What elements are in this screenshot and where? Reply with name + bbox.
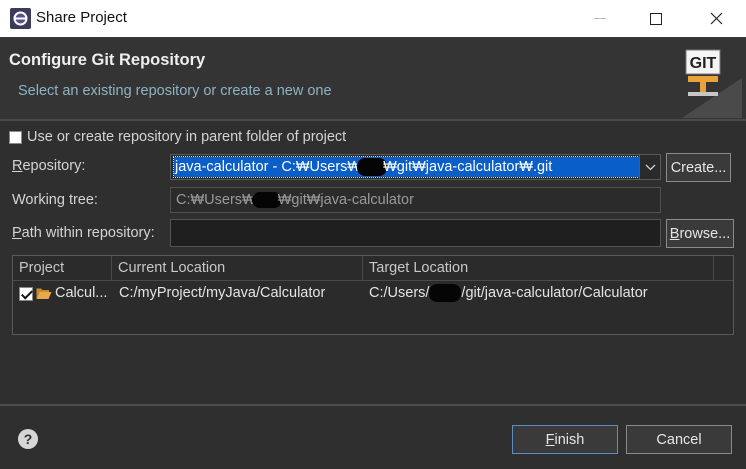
- redacted-username: [429, 284, 462, 303]
- close-button[interactable]: [688, 0, 744, 37]
- path-within-input[interactable]: [170, 219, 661, 247]
- git-logo-text: GIT: [690, 55, 717, 72]
- close-icon: [710, 12, 722, 25]
- dialog-header: Configure Git Repository Select an exist…: [0, 37, 746, 119]
- maximize-icon: [650, 12, 662, 25]
- projects-table: Project Current Location Target Location…: [12, 255, 734, 335]
- target-location: C:/Users/ /git/java-calculator/Calculator: [369, 282, 719, 306]
- repository-select[interactable]: java-calculator - C:₩Users₩ ₩git₩java-cal…: [170, 154, 661, 180]
- working-tree-field: C:₩Users₩ ₩git₩java-calculator: [170, 187, 661, 213]
- repository-dropdown-arrow[interactable]: [639, 155, 660, 179]
- header-title: Configure Git Repository: [9, 51, 206, 69]
- help-icon[interactable]: ?: [18, 429, 38, 449]
- path-within-label-rest: ath within repository:: [21, 225, 155, 241]
- column-header-project[interactable]: Project: [13, 256, 112, 281]
- repository-value-suffix: ₩git₩java-calculator₩.git: [383, 159, 553, 175]
- repository-value-prefix: java-calculator - C:₩Users₩: [175, 159, 362, 175]
- table-row[interactable]: Calcul... C:/myProject/myJava/Calculator…: [13, 282, 733, 306]
- row-checkbox[interactable]: [19, 287, 33, 311]
- header-description: Select an existing repository or create …: [18, 83, 332, 99]
- repository-label: Repository:: [12, 158, 86, 174]
- finish-button[interactable]: Finish: [512, 425, 618, 454]
- checkbox-checked-icon: [19, 287, 33, 301]
- window-title: Share Project: [36, 9, 127, 26]
- footer-separator: [0, 404, 746, 406]
- working-tree-label: Working tree:: [12, 192, 98, 208]
- folder-open-icon: [36, 288, 52, 299]
- title-bar: Share Project: [0, 0, 746, 37]
- target-location-prefix: C:/Users/: [369, 285, 430, 301]
- repository-label-rest: epository:: [22, 158, 86, 174]
- column-header-current-location[interactable]: Current Location: [112, 256, 363, 281]
- working-tree-suffix: ₩git₩java-calculator: [277, 192, 414, 208]
- browse-label: Browse...: [669, 225, 731, 242]
- path-within-label: Path within repository:: [12, 225, 155, 241]
- minimize-button[interactable]: [572, 0, 628, 37]
- chevron-down-icon: [645, 164, 655, 170]
- finish-label: Finish: [545, 431, 585, 448]
- column-header-target-location[interactable]: Target Location: [363, 256, 714, 281]
- table-header: Project Current Location Target Location: [13, 256, 733, 281]
- project-name: Calcul...: [55, 285, 108, 301]
- use-parent-folder-checkbox[interactable]: [9, 130, 22, 144]
- eclipse-app-icon: [10, 8, 31, 29]
- use-parent-folder-option[interactable]: Use or create repository in parent folde…: [9, 129, 346, 145]
- target-location-suffix: /git/java-calculator/Calculator: [461, 285, 648, 301]
- header-separator: [0, 119, 746, 121]
- working-tree-prefix: C:₩Users₩: [176, 192, 256, 208]
- use-parent-folder-label: Use or create repository in parent folde…: [27, 129, 347, 145]
- cancel-button[interactable]: Cancel: [626, 425, 732, 454]
- maximize-button[interactable]: [628, 0, 684, 37]
- minimize-icon: [594, 17, 606, 19]
- repository-selected-value: java-calculator - C:₩Users₩ ₩git₩java-cal…: [173, 156, 640, 178]
- browse-button[interactable]: Browse...: [666, 219, 734, 248]
- git-wizard-icon: GIT: [682, 49, 742, 118]
- create-repository-button[interactable]: Create...: [666, 153, 731, 182]
- current-location: C:/myProject/myJava/Calculator: [119, 285, 326, 301]
